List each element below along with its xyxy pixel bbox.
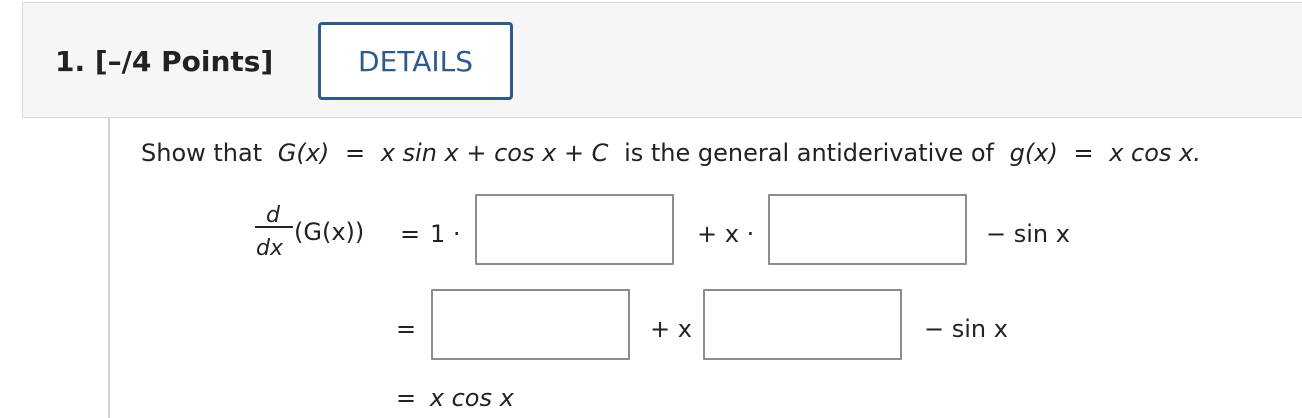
details-button[interactable]: DETAILS [318, 22, 513, 100]
prompt-equals: = [344, 139, 366, 167]
line1-plus-x-times-text: + x · [697, 220, 755, 248]
question-header: 1. [–/4 Points] DETAILS [22, 2, 1302, 118]
answer-input-1[interactable] [475, 194, 674, 265]
question-body-border [108, 118, 110, 418]
fraction-bar [255, 226, 293, 228]
derivative-numerator: d [266, 203, 280, 228]
prompt-show-that: Show that [141, 139, 263, 167]
question-number: 1. [55, 45, 86, 78]
prompt-G-expression: x sin x + cos x + C [380, 139, 609, 167]
line1-one-times: 1 · [430, 220, 461, 248]
points-label: [–/4 Points] [94, 45, 274, 78]
prompt-g-expression: x cos x. [1109, 139, 1201, 167]
line1-plus-x-times: + x · [697, 222, 754, 246]
prompt-is-the: is the general antiderivative of [624, 139, 995, 167]
line2-plus-x: + x [650, 315, 692, 343]
answer-input-4[interactable] [703, 289, 902, 360]
line2-equals: = [396, 315, 417, 343]
answer-input-3[interactable] [431, 289, 630, 360]
prompt-equals-2: = [1073, 139, 1094, 167]
answer-input-2[interactable] [768, 194, 967, 265]
line3: = x cos x [396, 386, 514, 410]
line3-equals: = [396, 384, 417, 412]
derivative-argument: (G(x)) [294, 218, 365, 246]
question-title: 1. [–/4 Points] [55, 45, 273, 78]
prompt-text: Show that G(x) = x sin x + cos x + C is … [141, 141, 1201, 165]
line2-minus-sin: − sin x [924, 315, 1008, 343]
line1-equals: = [400, 220, 421, 248]
prompt-g-of-x: g(x) [1009, 139, 1058, 167]
line1-minus-sin: − sin x [986, 220, 1070, 248]
derivative-denominator: dx [256, 236, 283, 261]
prompt-G-of-x: G(x) [277, 139, 330, 167]
line3-result: x cos x [429, 384, 514, 412]
